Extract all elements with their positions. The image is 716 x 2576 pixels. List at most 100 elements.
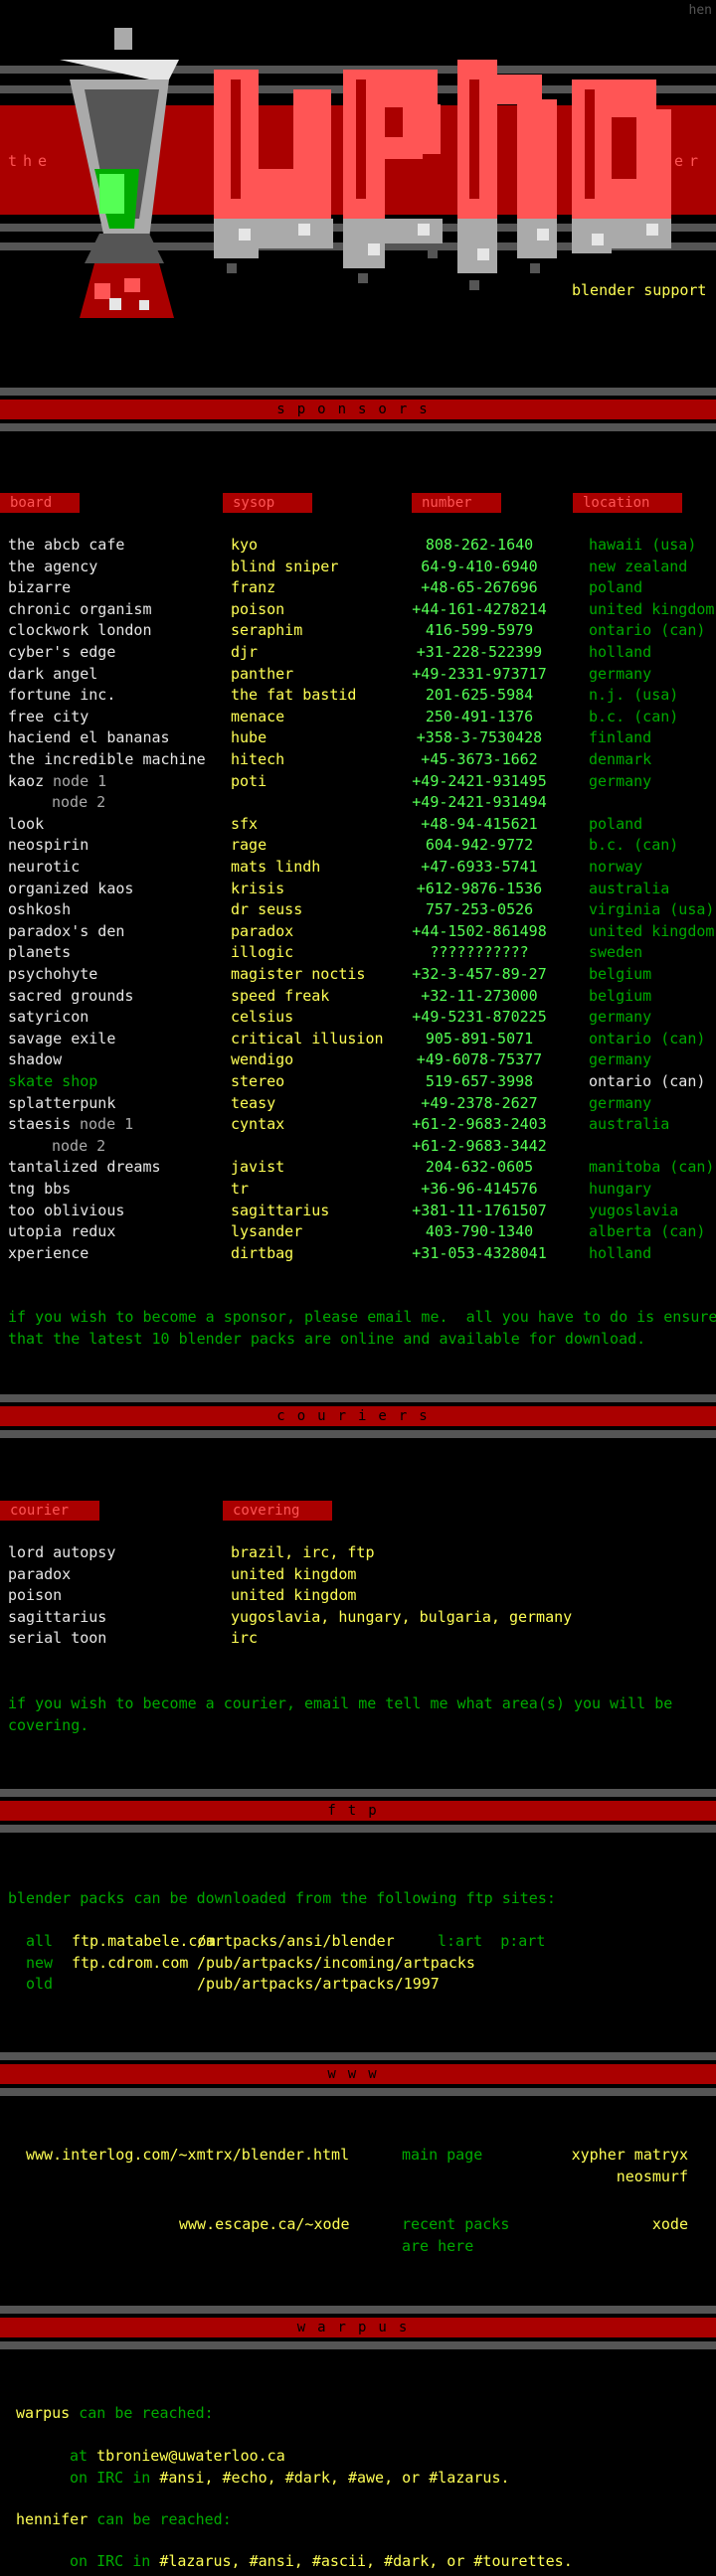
location: b.c. (can) — [589, 707, 679, 725]
sponsor-note: if you wish to become a sponsor, please … — [8, 1307, 716, 1350]
phone-number: 519-657-3998 — [425, 1072, 534, 1090]
phone-number: +32-3-457-89-27 — [412, 965, 547, 983]
sysop-name: poison — [231, 599, 285, 618]
table-row: shadow wendigo +49-6078-75377 germany — [0, 1049, 716, 1071]
board-name: utopia redux — [8, 1222, 116, 1241]
phone-number: 403-790-1340 — [425, 1222, 534, 1241]
section-title-www: www — [327, 2066, 389, 2082]
board-name: kaoz — [8, 771, 45, 790]
phone-number: +49-2421-931495 — [412, 771, 547, 790]
sysop-name: menace — [231, 707, 285, 725]
table-row: organized kaos krisis +612-9876-1536 austra… — [0, 879, 716, 900]
ftp-host[interactable]: ftp.cdrom.com — [72, 1953, 188, 1975]
table-row: haciend el bananas hube +358-3-7530428 finl… — [0, 727, 716, 749]
location: ontario (can) — [589, 1029, 706, 1047]
table-row: psychohyte magister noctis +32-3-457-89-27… — [0, 964, 716, 986]
courier-name: lord autopsy — [8, 1543, 116, 1561]
board-name: oshkosh — [8, 900, 72, 919]
board-node: node 2 — [52, 793, 106, 812]
table-row: node 2 +61-2-9683-3442 — [0, 1136, 716, 1158]
phone-number: 757-253-0526 — [425, 900, 534, 919]
sysop-name: sagittarius — [231, 1201, 330, 1219]
board-name: clockwork london — [8, 621, 152, 640]
phone-number: ??????????? — [430, 943, 529, 962]
location: finland — [589, 728, 652, 747]
board-name: the agency — [8, 557, 98, 575]
table-row: the agency blind sniper 64-9-410-6940 new z… — [0, 557, 716, 578]
sysop-name: hitech — [231, 750, 285, 768]
table-row: fortune inc. the fat bastid 201-625-5984 n.… — [0, 685, 716, 707]
sysop-name: tr — [231, 1180, 250, 1198]
section-title-couriers: couriers — [276, 1408, 440, 1424]
sponsor-note-line: if you wish to become a sponsor, please … — [8, 1308, 716, 1326]
phone-number: +612-9876-1536 — [416, 879, 543, 897]
board-name: planets — [8, 943, 72, 962]
www-url[interactable]: www.interlog.com/~xmtrx/blender.html — [26, 2145, 349, 2167]
sysop-name: wendigo — [231, 1050, 294, 1069]
board-node: node 1 — [53, 771, 107, 790]
header-location: location — [573, 493, 682, 513]
contact-irc-channels: #ansi, #echo, #dark, #awe, or #lazarus. — [159, 2469, 510, 2487]
sysop-name: mats lindh — [231, 858, 321, 876]
sysop-name: franz — [231, 578, 276, 597]
ftp-path: /pub/artpacks/artpacks/1997 — [197, 1975, 440, 1994]
sysop-name: poti — [231, 771, 268, 790]
sysop-name: celsius — [231, 1008, 294, 1027]
sysop-name: the fat bastid — [231, 686, 357, 705]
board-name: too oblivious — [8, 1201, 125, 1219]
location: alberta (can) — [589, 1222, 706, 1241]
section-title-ftp: ftp — [327, 1803, 389, 1819]
phone-number: +44-161-4278214 — [412, 599, 547, 618]
location: belgium — [589, 965, 652, 983]
location: denmark — [589, 750, 652, 768]
table-row: serial toon irc — [0, 1628, 716, 1650]
www-description: main page — [402, 2146, 483, 2164]
location: sweden — [589, 943, 643, 962]
www-url[interactable]: www.escape.ca/~xode — [179, 2214, 350, 2236]
ftp-tag: old — [26, 1975, 54, 1994]
courier-name: paradox — [8, 1564, 72, 1583]
contact-name: hennifer — [16, 2510, 89, 2528]
phone-number: 808-262-1640 — [425, 536, 534, 554]
sysop-name: hube — [231, 728, 268, 747]
sysop-name: teasy — [231, 1093, 276, 1112]
ftp-row: new ftp.cdrom.com/pub/artpacks/incoming/a… — [0, 1953, 716, 1975]
sysop-name: rage — [231, 836, 268, 855]
sysop-name: javist — [231, 1158, 285, 1177]
table-row: look sfx +48-94-415621 poland — [0, 814, 716, 836]
location: australia — [589, 879, 670, 897]
board-node: node 1 — [80, 1115, 134, 1134]
ftp-path: /artpacks/ansi/blender — [197, 1932, 395, 1950]
ftp-tag: new — [26, 1953, 54, 1972]
location: ontario (can) — [589, 621, 706, 640]
board-name: bizarre — [8, 578, 72, 597]
board-name: shadow — [8, 1050, 63, 1069]
board-name: neurotic — [8, 858, 81, 876]
board-name: organized kaos — [8, 879, 134, 897]
section-title-sponsors: sponsors — [276, 402, 440, 417]
board-name: savage exile — [8, 1029, 116, 1047]
www-maintainer: xypher matryx — [571, 2146, 688, 2164]
location: b.c. (can) — [589, 836, 679, 855]
board-name: staesis — [8, 1115, 72, 1134]
ftp-host[interactable]: ftp.matabele.com — [72, 1931, 216, 1953]
phone-number: +49-2331-973717 — [412, 664, 547, 683]
board-name: chronic organism — [8, 599, 152, 618]
location: united kingdom — [589, 921, 715, 940]
sponsor-note-line: that the latest 10 blender packs are onl… — [8, 1329, 646, 1348]
table-row: dark angel panther +49-2331-973717 germany — [0, 664, 716, 686]
contact-email[interactable]: tbroniew@uwaterloo.ca — [96, 2447, 285, 2465]
location: holland — [589, 643, 652, 661]
ftp-credentials: l:art p:art — [438, 1932, 546, 1950]
board-name: the abcb cafe — [8, 536, 125, 554]
location: hungary — [589, 1180, 652, 1198]
board-name: neospirin — [8, 836, 90, 855]
phone-number: 204-632-0605 — [425, 1158, 534, 1177]
logo-left-word: the — [8, 152, 54, 170]
location: hawaii (usa) — [589, 536, 697, 554]
table-row: sacred grounds speed freak +32-11-273000 be… — [0, 986, 716, 1008]
sysop-name: kyo — [231, 536, 259, 554]
courier-note-line: if you wish to become a courier, email m… — [8, 1694, 673, 1712]
contact-irc-channels: #lazarus, #ansi, #ascii, #dark, or #tour… — [159, 2552, 573, 2570]
table-row: skate shop stereo 519-657-3998 ontario (can… — [0, 1071, 716, 1093]
